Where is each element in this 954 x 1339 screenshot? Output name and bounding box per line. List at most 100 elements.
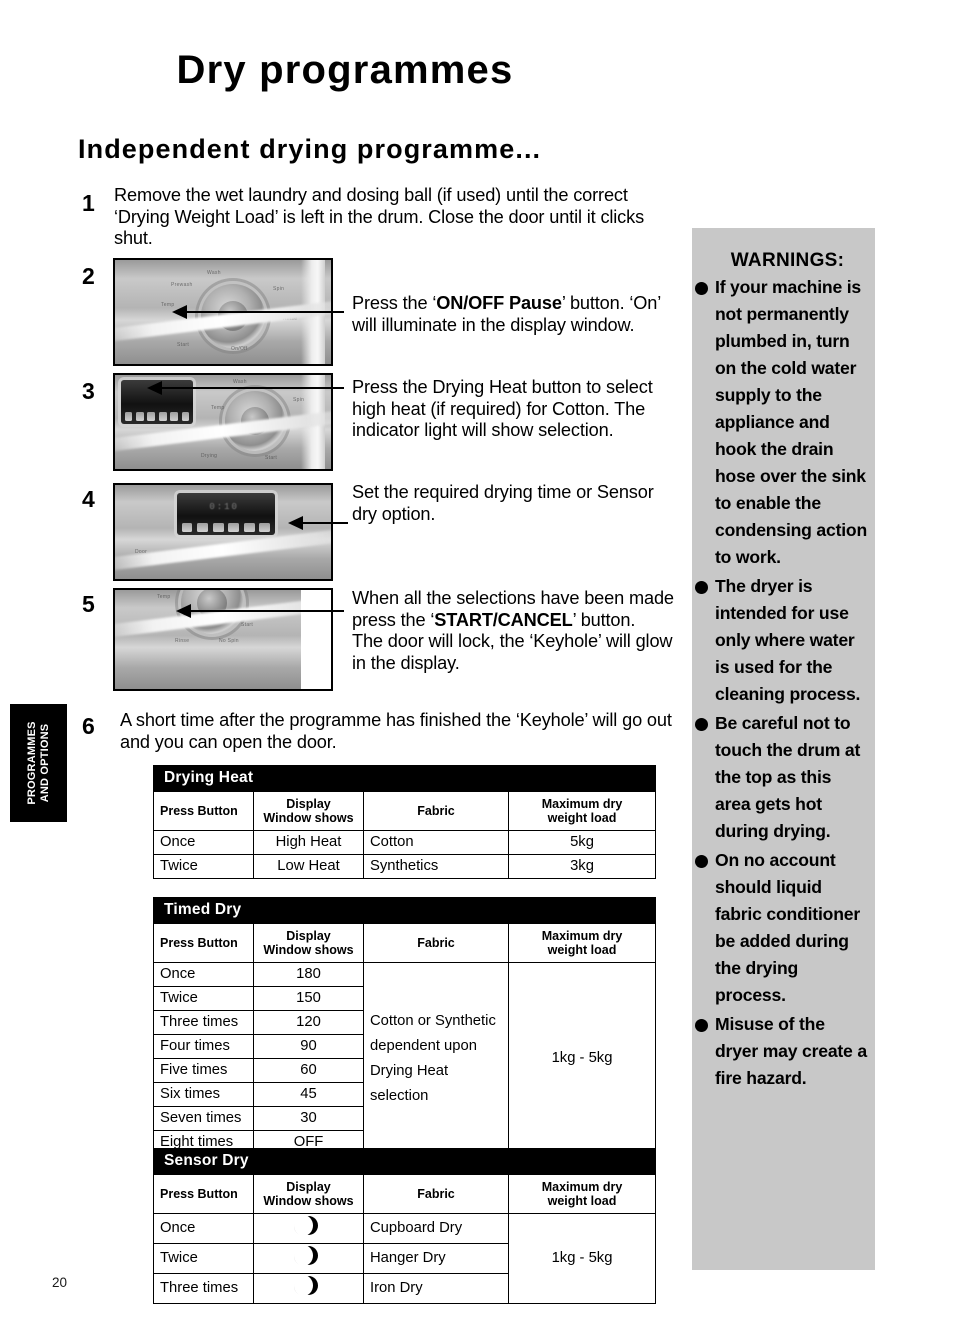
table-row: Twice Low Heat Synthetics 3kg bbox=[153, 854, 657, 879]
cell-fabric: Cupboard Dry bbox=[363, 1213, 509, 1244]
bullet-icon bbox=[695, 581, 708, 594]
timed-dry-table: Timed Dry Press Button Display Window sho… bbox=[152, 897, 657, 1155]
cell-press: Once bbox=[153, 962, 254, 987]
step-number-5: 5 bbox=[82, 591, 95, 617]
warnings-title: WARNINGS: bbox=[730, 250, 845, 271]
step-text-1: Remove the wet laundry and dosing ball (… bbox=[114, 185, 645, 248]
display-window-icon: 0:10 bbox=[177, 493, 275, 535]
cell-display: 180 bbox=[253, 962, 364, 987]
cell-press: Seven times bbox=[153, 1106, 254, 1131]
table-title-row: Drying Heat bbox=[152, 765, 657, 792]
cell-press: Once bbox=[153, 830, 254, 855]
step-number-4: 4 bbox=[82, 486, 95, 512]
th-max-weight: Maximum dry weight load bbox=[507, 791, 657, 831]
warnings-panel: WARNINGS: If your machine is not permane… bbox=[692, 228, 875, 1270]
th-max-weight: Maximum dry weight load bbox=[507, 923, 657, 963]
step-number-2: 2 bbox=[82, 263, 95, 289]
photo-white-margin bbox=[301, 590, 331, 689]
table-title-row: Sensor Dry bbox=[152, 1148, 657, 1175]
th-display-window: Display Window shows bbox=[253, 791, 364, 831]
cell-press: Four times bbox=[153, 1034, 254, 1059]
table-header-row: Press Button Display Window shows Fabric … bbox=[153, 1174, 657, 1214]
step-number-3: 3 bbox=[82, 378, 95, 404]
step-number-6: 6 bbox=[82, 713, 95, 739]
callout-line-3 bbox=[162, 387, 344, 389]
step-text-4: Set the required drying time or Sensor d… bbox=[352, 482, 654, 524]
timed-dry-title: Timed Dry bbox=[152, 897, 657, 924]
step-number-1: 1 bbox=[82, 190, 95, 216]
sensor-dry-table: Sensor Dry Press Button Display Window sh… bbox=[152, 1148, 657, 1304]
display-buttons bbox=[181, 523, 271, 533]
table-header-row: Press Button Display Window shows Fabric … bbox=[153, 923, 657, 963]
cell-display: Low Heat bbox=[253, 854, 364, 879]
cell-weight-merged: 1kg - 5kg bbox=[507, 1213, 657, 1304]
bullet-icon bbox=[695, 1019, 708, 1032]
step-photo-5: Temp Rinse No Spin Start bbox=[113, 588, 333, 691]
th-press-button: Press Button bbox=[153, 923, 254, 963]
th-fabric: Fabric bbox=[363, 1174, 509, 1214]
cell-display: High Heat bbox=[253, 830, 364, 855]
step-text-3: Press the Drying Heat button to select h… bbox=[352, 377, 653, 440]
cell-press: Once bbox=[153, 1213, 254, 1244]
th-press-button: Press Button bbox=[153, 791, 254, 831]
table-title-row: Timed Dry bbox=[152, 897, 657, 924]
callout-arrow-3 bbox=[147, 381, 162, 395]
th-display-window: Display Window shows bbox=[253, 1174, 364, 1214]
cell-fabric: Hanger Dry bbox=[363, 1243, 509, 1274]
callout-line-2 bbox=[187, 311, 344, 313]
cell-weight: 5kg bbox=[507, 830, 657, 855]
table-row: Once 180 Cotton or Synthetic dependent u… bbox=[153, 962, 657, 1155]
section-tab: PROGRAMMES AND OPTIONS bbox=[10, 704, 67, 822]
bullet-icon bbox=[695, 718, 708, 731]
page-title: Dry programmes bbox=[176, 48, 514, 92]
warning-item: Be careful not to touch the drum at the … bbox=[692, 710, 875, 845]
section-tab-label: PROGRAMMES AND OPTIONS bbox=[25, 721, 51, 805]
cell-display: 90 bbox=[253, 1034, 364, 1059]
cell-display: 30 bbox=[253, 1106, 364, 1131]
step-text-5-line2: The door will lock, the ‘Keyhole’ will g… bbox=[352, 631, 673, 673]
cell-fabric: Iron Dry bbox=[363, 1273, 509, 1304]
crescent-moon-icon bbox=[293, 1215, 324, 1236]
step-text-5: When all the selections have been made p… bbox=[352, 588, 674, 673]
cell-display-icon bbox=[253, 1213, 364, 1244]
callout-arrow-5 bbox=[176, 604, 191, 618]
callout-arrow-4 bbox=[288, 516, 303, 530]
crescent-moon-icon bbox=[293, 1275, 324, 1296]
table-row: Once Cupboard Dry 1kg - 5kg bbox=[153, 1213, 657, 1304]
drying-heat-table: Drying Heat Press Button Display Window s… bbox=[152, 765, 657, 879]
cell-display: 60 bbox=[253, 1058, 364, 1083]
cell-weight-merged: 1kg - 5kg bbox=[507, 962, 657, 1155]
callout-line-5 bbox=[191, 610, 344, 612]
bullet-icon bbox=[695, 855, 708, 868]
sensor-dry-title: Sensor Dry bbox=[152, 1148, 657, 1175]
cell-display-icon bbox=[253, 1273, 364, 1304]
step-text-2: Press the ‘ON/OFF Pause’ button. ‘On’ wi… bbox=[352, 293, 661, 335]
cell-press: Three times bbox=[153, 1010, 254, 1035]
table-header-row: Press Button Display Window shows Fabric … bbox=[153, 791, 657, 831]
cell-press: Six times bbox=[153, 1082, 254, 1107]
section-heading: Independent drying programme... bbox=[78, 134, 542, 164]
bullet-icon bbox=[695, 282, 708, 295]
cell-fabric-merged: Cotton or Synthetic dependent upon Dryin… bbox=[363, 962, 509, 1155]
warning-item: If your machine is not permanently plumb… bbox=[692, 274, 875, 571]
onoff-pause-label: ON/OFF Pause bbox=[436, 293, 562, 313]
cell-fabric: Synthetics bbox=[363, 854, 509, 879]
th-max-weight: Maximum dry weight load bbox=[507, 1174, 657, 1214]
page-number: 20 bbox=[52, 1275, 68, 1290]
start-cancel-label: START/CANCEL bbox=[434, 609, 573, 630]
cell-press: Three times bbox=[153, 1273, 254, 1304]
step-photo-4: 0:10 Door bbox=[113, 483, 333, 581]
display-buttons bbox=[124, 411, 190, 422]
callout-line-4 bbox=[303, 522, 348, 524]
cell-press: Five times bbox=[153, 1058, 254, 1083]
th-fabric: Fabric bbox=[363, 791, 509, 831]
cell-press: Twice bbox=[153, 1243, 254, 1274]
warning-item: The dryer is intended for use only where… bbox=[692, 573, 875, 708]
th-fabric: Fabric bbox=[363, 923, 509, 963]
cell-display: 45 bbox=[253, 1082, 364, 1107]
warning-item: Misuse of the dryer may create a fire ha… bbox=[692, 1011, 875, 1092]
step-text-6: A short time after the programme has fin… bbox=[120, 710, 672, 752]
th-display-window: Display Window shows bbox=[253, 923, 364, 963]
cell-fabric: Cotton bbox=[363, 830, 509, 855]
th-press-button: Press Button bbox=[153, 1174, 254, 1214]
